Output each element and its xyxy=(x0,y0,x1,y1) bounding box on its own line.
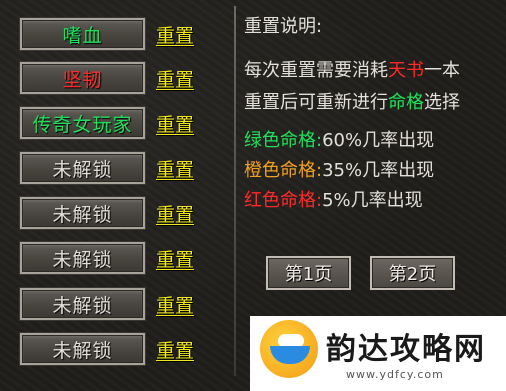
slot-button-7[interactable]: 未解锁 xyxy=(19,287,146,321)
info-cost-suffix: 一本 xyxy=(424,60,460,81)
rate-red-name: 红色命格: xyxy=(244,190,323,211)
slot-row: 嗜血 重置 xyxy=(14,14,226,54)
slot-row: 未解锁 重置 xyxy=(14,193,226,233)
slot-button-2[interactable]: 坚韧 xyxy=(19,61,146,95)
slot-row: 未解锁 重置 xyxy=(14,238,226,278)
rate-green: 绿色命格:60%几率出现 xyxy=(244,126,434,152)
reset-link-4[interactable]: 重置 xyxy=(156,154,204,182)
reset-link-3[interactable]: 重置 xyxy=(156,109,204,137)
slot-button-4[interactable]: 未解锁 xyxy=(19,151,146,185)
slot-button-6[interactable]: 未解锁 xyxy=(19,241,146,275)
info-reselect-line: 重置后可重新进行命格选择 xyxy=(244,88,460,114)
info-title: 重置说明: xyxy=(244,16,323,37)
item-tianshu: 天书 xyxy=(388,60,424,81)
page-1-button[interactable]: 第1页 xyxy=(266,256,351,290)
slot-button-3[interactable]: 传奇女玩家 xyxy=(19,106,146,140)
info-reselect-suffix: 选择 xyxy=(424,92,460,113)
reset-link-7[interactable]: 重置 xyxy=(156,290,204,318)
rate-orange-name: 橙色命格: xyxy=(244,160,323,181)
watermark-title: 韵达攻略网 xyxy=(326,332,486,367)
reset-panel: 嗜血 重置 坚韧 重置 传奇女玩家 重置 未解锁 重置 未解锁 重置 未解锁 重… xyxy=(0,0,506,391)
slot-button-8[interactable]: 未解锁 xyxy=(19,332,146,366)
panel-divider xyxy=(234,6,236,376)
info-reselect-text: 重置后可重新进行 xyxy=(244,92,388,113)
item-mingge: 命格 xyxy=(388,92,424,113)
slot-row: 未解锁 重置 xyxy=(14,329,226,369)
rate-orange: 橙色命格:35%几率出现 xyxy=(244,156,434,182)
reset-link-6[interactable]: 重置 xyxy=(156,244,204,272)
rate-green-name: 绿色命格: xyxy=(244,130,323,151)
rate-red-value: 5%几率出现 xyxy=(322,190,423,211)
info-cost-line: 每次重置需要消耗天书一本 xyxy=(244,56,460,82)
reset-link-2[interactable]: 重置 xyxy=(156,64,204,92)
rate-red: 红色命格:5%几率出现 xyxy=(244,186,423,212)
slot-row: 未解锁 重置 xyxy=(14,148,226,188)
slot-button-1[interactable]: 嗜血 xyxy=(19,17,146,51)
watermark: 韵达攻略网 www.ydfcy.com xyxy=(250,316,506,391)
reset-link-5[interactable]: 重置 xyxy=(156,199,204,227)
watermark-logo-icon xyxy=(260,320,318,378)
slot-row: 坚韧 重置 xyxy=(14,58,226,98)
slot-row: 未解锁 重置 xyxy=(14,284,226,324)
slot-button-5[interactable]: 未解锁 xyxy=(19,196,146,230)
reset-link-8[interactable]: 重置 xyxy=(156,335,204,363)
rate-orange-value: 35%几率出现 xyxy=(322,160,435,181)
rate-green-value: 60%几率出现 xyxy=(322,130,435,151)
info-cost-text: 每次重置需要消耗 xyxy=(244,60,388,81)
page-2-button[interactable]: 第2页 xyxy=(370,256,455,290)
watermark-url: www.ydfcy.com xyxy=(346,368,444,381)
slot-row: 传奇女玩家 重置 xyxy=(14,103,226,143)
reset-link-1[interactable]: 重置 xyxy=(156,20,204,48)
